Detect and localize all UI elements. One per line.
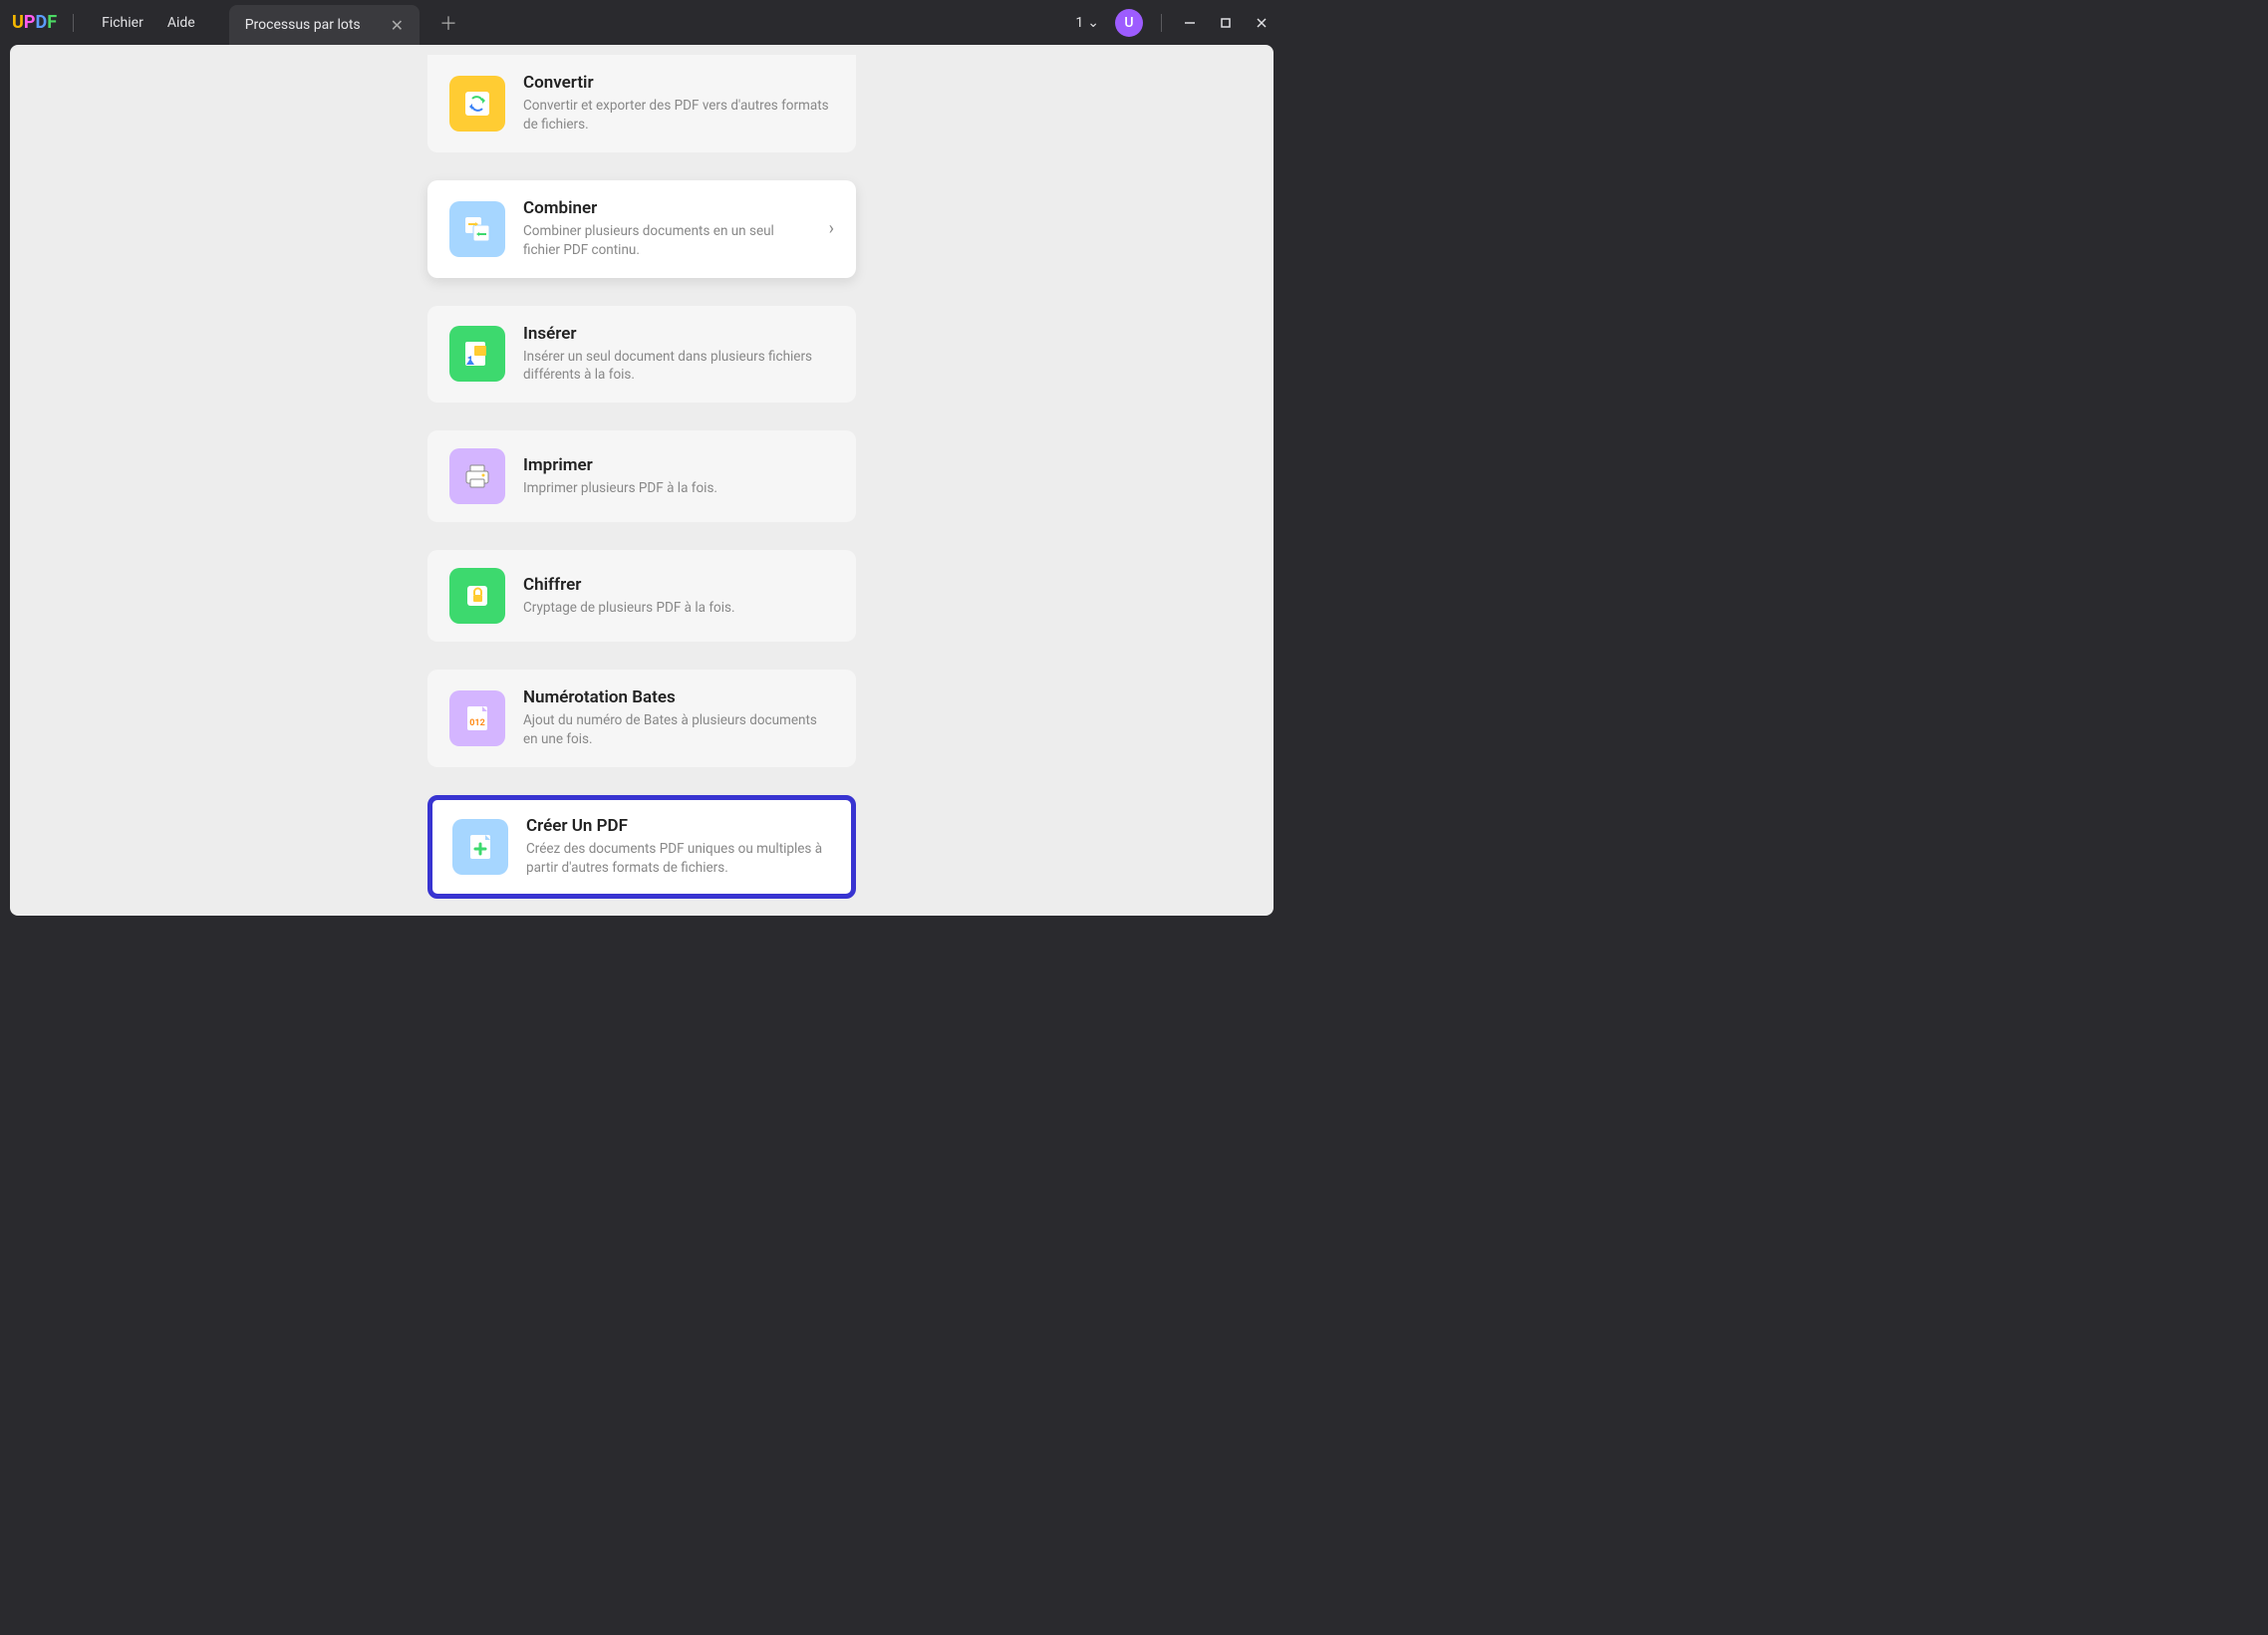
menu-file[interactable]: Fichier bbox=[90, 15, 155, 31]
create-pdf-icon bbox=[452, 819, 508, 875]
print-icon bbox=[449, 448, 505, 504]
window-controls: 1 ⌄ U bbox=[1075, 9, 1272, 37]
card-desc: Cryptage de plusieurs PDF à la fois. bbox=[523, 599, 834, 618]
chevron-right-icon: › bbox=[829, 218, 834, 239]
app-logo: UPDF bbox=[12, 12, 57, 33]
bates-icon: 012 bbox=[449, 690, 505, 746]
card-desc: Ajout du numéro de Bates à plusieurs doc… bbox=[523, 711, 834, 749]
titlebar: UPDF Fichier Aide Processus par lots ✕ ＋… bbox=[0, 0, 1283, 45]
divider bbox=[73, 14, 74, 32]
card-desc: Imprimer plusieurs PDF à la fois. bbox=[523, 479, 834, 498]
insert-icon bbox=[449, 326, 505, 382]
card-title: Convertir bbox=[523, 73, 834, 93]
card-title: Insérer bbox=[523, 324, 834, 344]
combine-icon bbox=[449, 201, 505, 257]
card-desc: Convertir et exporter des PDF vers d'aut… bbox=[523, 97, 834, 135]
card-title: Numérotation Bates bbox=[523, 687, 834, 707]
convert-icon bbox=[449, 76, 505, 132]
card-title: Imprimer bbox=[523, 455, 834, 475]
card-encrypt[interactable]: Chiffrer Cryptage de plusieurs PDF à la … bbox=[427, 550, 856, 642]
card-title: Créer Un PDF bbox=[526, 816, 831, 836]
card-convert[interactable]: Convertir Convertir et exporter des PDF … bbox=[427, 55, 856, 152]
card-title: Chiffrer bbox=[523, 575, 834, 595]
card-insert[interactable]: Insérer Insérer un seul document dans pl… bbox=[427, 306, 856, 404]
add-tab-icon[interactable]: ＋ bbox=[439, 10, 457, 36]
card-desc: Créez des documents PDF uniques ou multi… bbox=[526, 840, 831, 878]
card-title: Combiner bbox=[523, 198, 811, 218]
chevron-down-icon: ⌄ bbox=[1087, 15, 1099, 31]
menu-help[interactable]: Aide bbox=[155, 15, 207, 31]
card-print[interactable]: Imprimer Imprimer plusieurs PDF à la foi… bbox=[427, 430, 856, 522]
card-combine[interactable]: Combiner Combiner plusieurs documents en… bbox=[427, 180, 856, 278]
card-bates[interactable]: 012 Numérotation Bates Ajout du numéro d… bbox=[427, 670, 856, 767]
card-desc: Insérer un seul document dans plusieurs … bbox=[523, 348, 834, 386]
card-desc: Combiner plusieurs documents en un seul … bbox=[523, 222, 811, 260]
tab-batch-process[interactable]: Processus par lots ✕ bbox=[229, 5, 420, 45]
dropdown-button[interactable]: 1 ⌄ bbox=[1075, 15, 1099, 31]
divider bbox=[1161, 14, 1162, 32]
tab-title: Processus par lots bbox=[245, 17, 361, 33]
content-area: Convertir Convertir et exporter des PDF … bbox=[10, 45, 1274, 916]
avatar[interactable]: U bbox=[1115, 9, 1143, 37]
close-icon[interactable]: ✕ bbox=[391, 16, 404, 35]
maximize-icon[interactable] bbox=[1216, 13, 1236, 33]
card-create-pdf[interactable]: Créer Un PDF Créez des documents PDF uni… bbox=[427, 795, 856, 899]
encrypt-icon bbox=[449, 568, 505, 624]
minimize-icon[interactable] bbox=[1180, 13, 1200, 33]
close-window-icon[interactable] bbox=[1252, 13, 1272, 33]
svg-text:012: 012 bbox=[469, 718, 485, 728]
